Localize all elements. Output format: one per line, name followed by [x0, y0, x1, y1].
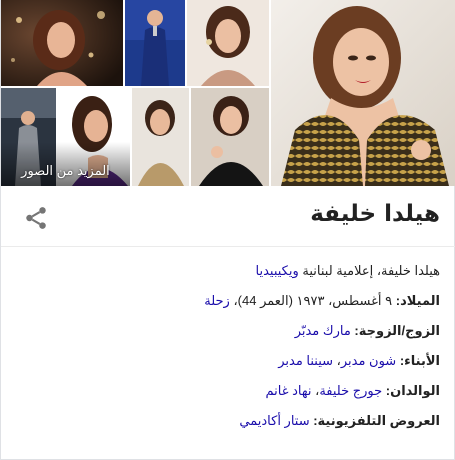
- child-link[interactable]: سيننا مدبر: [278, 353, 333, 368]
- tv-show-link[interactable]: ستار أكاديمي: [239, 413, 309, 428]
- fact-tv-shows: العروض التلفزيونية: ستار أكاديمي: [17, 411, 440, 431]
- description-text: هيلدا خليفة، إعلامية لبنانية: [298, 263, 440, 278]
- birthplace-link[interactable]: زحلة: [204, 293, 230, 308]
- fact-born: الميلاد: ٩ أغسطس، ١٩٧٣ (العمر 44)، زحلة: [17, 291, 440, 311]
- entity-info: هيلدا خليفة، إعلامية لبنانية ويكيبيديا ا…: [1, 258, 455, 431]
- fact-label: الزوج/الزوجة:: [354, 323, 440, 338]
- parent-link[interactable]: جورج خليفة: [319, 383, 382, 398]
- fact-label: الوالدان:: [385, 383, 440, 398]
- entity-description: هيلدا خليفة، إعلامية لبنانية ويكيبيديا: [17, 261, 440, 281]
- gallery-main-image[interactable]: [271, 0, 455, 186]
- share-button[interactable]: [23, 205, 49, 231]
- separator: ،: [333, 353, 341, 368]
- more-images-label: المزيد من الصور: [21, 163, 110, 178]
- fact-value: ٩ أغسطس، ١٩٧٣ (العمر 44)،: [229, 293, 396, 308]
- knowledge-panel: المزيد من الصور هيلدا خليفة هيلدا خليفة،…: [0, 0, 455, 460]
- fact-label: الأبناء:: [399, 353, 440, 368]
- fact-children: الأبناء: شون مدبر، سيننا مدبر: [17, 351, 440, 371]
- title-row: هيلدا خليفة: [1, 187, 455, 247]
- spouse-link[interactable]: مارك مدبّر: [295, 323, 351, 338]
- fact-label: العروض التلفزيونية:: [313, 413, 440, 428]
- gallery-image[interactable]: [187, 0, 269, 86]
- fact-spouse: الزوج/الزوجة: مارك مدبّر: [17, 321, 440, 341]
- parent-link[interactable]: نهاد غانم: [265, 383, 311, 398]
- fact-parents: الوالدان: جورج خليفة، نهاد غانم: [17, 381, 440, 401]
- entity-title: هيلدا خليفة: [310, 201, 440, 227]
- gallery-image[interactable]: [125, 0, 185, 86]
- wikipedia-link[interactable]: ويكيبيديا: [256, 263, 299, 278]
- gallery-image[interactable]: [191, 88, 269, 186]
- gallery-image[interactable]: [132, 88, 189, 186]
- image-gallery: المزيد من الصور: [1, 0, 455, 187]
- more-images-link[interactable]: المزيد من الصور: [1, 88, 130, 186]
- gallery-image[interactable]: [1, 0, 123, 86]
- child-link[interactable]: شون مدبر: [341, 353, 396, 368]
- fact-label: الميلاد:: [395, 293, 440, 308]
- share-icon: [26, 207, 46, 229]
